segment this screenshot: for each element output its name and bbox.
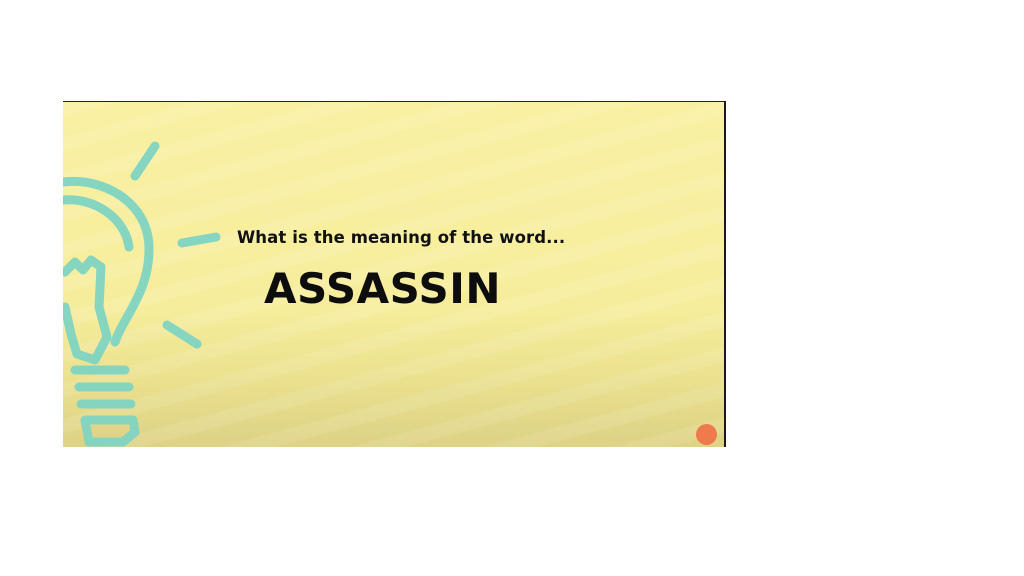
ray-right: [177, 232, 221, 248]
video-frame: What is the meaning of the word... ASSAS…: [63, 101, 726, 447]
ray-bottom: [162, 320, 202, 349]
word-title: ASSASSIN: [264, 264, 502, 313]
question-text: What is the meaning of the word...: [237, 228, 566, 247]
slide: What is the meaning of the word... ASSAS…: [63, 102, 724, 447]
frame-edge: [724, 101, 726, 447]
ray-top: [130, 141, 160, 181]
logo-badge: [696, 424, 717, 445]
page: What is the meaning of the word... ASSAS…: [0, 0, 1024, 576]
lightbulb-icon: [63, 141, 221, 447]
